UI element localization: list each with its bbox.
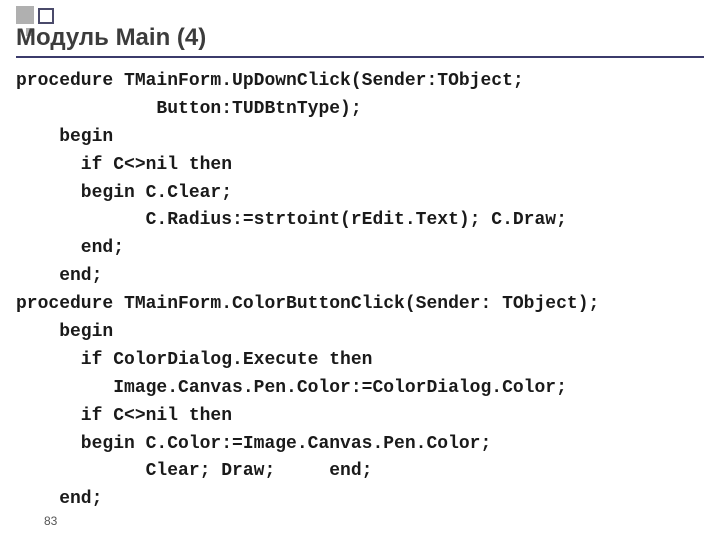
- code-line: if ColorDialog.Execute then: [16, 350, 372, 370]
- code-line: Clear; Draw; end;: [16, 461, 372, 481]
- code-line: begin C.Color:=Image.Canvas.Pen.Color;: [16, 434, 491, 454]
- logo-square-gray: [16, 6, 34, 24]
- code-line: procedure TMainForm.ColorButtonClick(Sen…: [16, 294, 599, 314]
- code-line: begin: [16, 127, 113, 147]
- slide: Модуль Main (4) procedure TMainForm.UpDo…: [0, 0, 720, 540]
- code-line: begin: [16, 322, 113, 342]
- title-underline: [16, 56, 704, 58]
- code-line: if C<>nil then: [16, 406, 232, 426]
- logo-square-outline: [38, 8, 54, 24]
- code-line: if C<>nil then: [16, 155, 232, 175]
- page-number: 83: [44, 514, 57, 528]
- code-block: procedure TMainForm.UpDownClick(Sender:T…: [16, 68, 704, 514]
- code-line: Image.Canvas.Pen.Color:=ColorDialog.Colo…: [16, 378, 567, 398]
- code-line: procedure TMainForm.UpDownClick(Sender:T…: [16, 71, 524, 91]
- code-line: end;: [16, 489, 102, 509]
- code-line: C.Radius:=strtoint(rEdit.Text); C.Draw;: [16, 210, 567, 230]
- slide-title: Модуль Main (4): [16, 24, 206, 52]
- code-line: end;: [16, 266, 102, 286]
- code-line: begin C.Clear;: [16, 183, 232, 203]
- code-line: Button:TUDBtnType);: [16, 99, 362, 119]
- code-line: end;: [16, 238, 124, 258]
